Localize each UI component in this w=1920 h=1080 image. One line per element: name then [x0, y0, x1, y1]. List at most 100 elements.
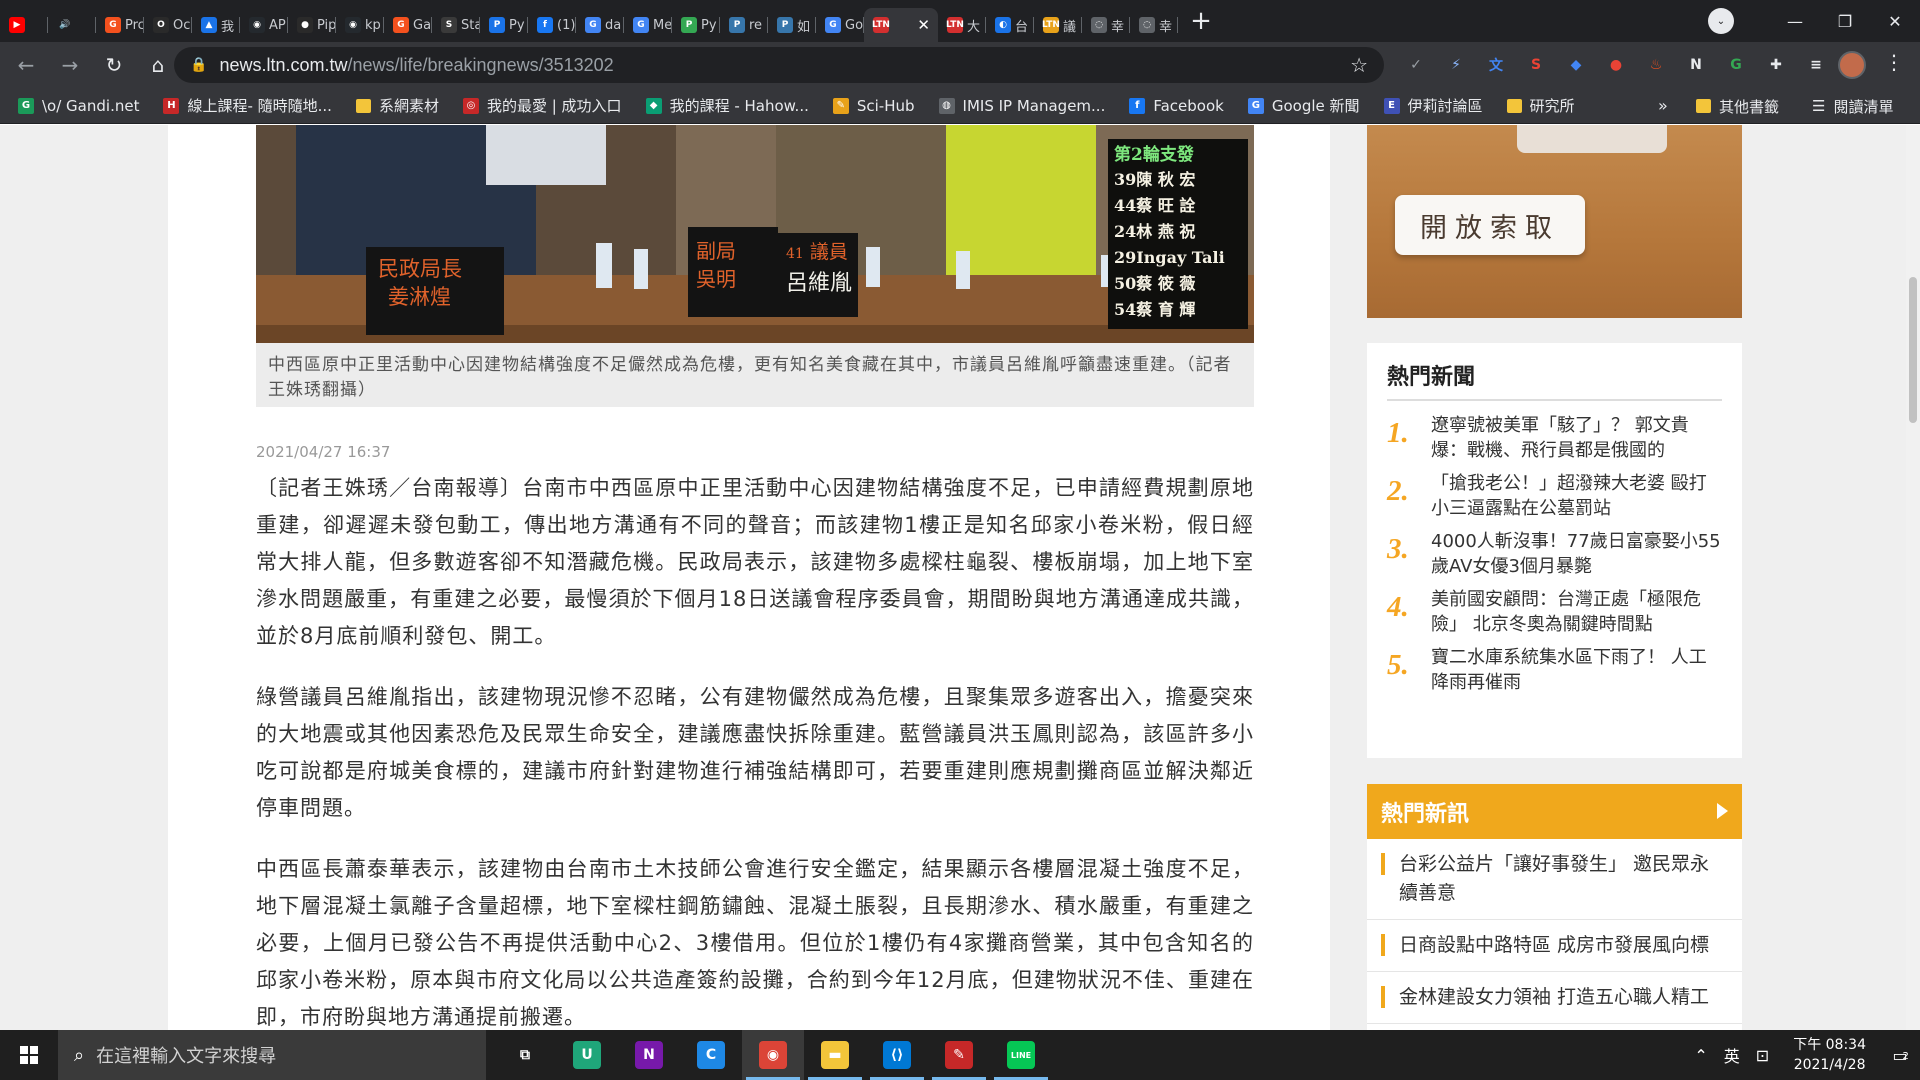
hot-updates-header[interactable]: 熱門新訊: [1367, 784, 1742, 839]
browser-tab[interactable]: G Me: [624, 8, 672, 42]
tab-search-button[interactable]: ⌄: [1708, 8, 1734, 34]
bookmark-item[interactable]: G Google 新聞: [1247, 95, 1360, 116]
hot-news-item[interactable]: 4. 美前國安顧問：台灣正處「極限危險」 北京冬奧為關鍵時間點: [1387, 587, 1722, 635]
hot-news-item[interactable]: 1. 遼寧號被美軍「駭了」？ 郭文貴爆：戰機、飛行員都是俄國的: [1387, 413, 1722, 461]
browser-tab[interactable]: Pre: [720, 8, 768, 42]
forward-button[interactable]: →: [52, 47, 88, 83]
hot-news-link[interactable]: 美前國安顧問：台灣正處「極限危險」 北京冬奧為關鍵時間點: [1431, 587, 1722, 637]
chevron-up-icon[interactable]: ⌃: [1694, 1046, 1707, 1065]
bookmark-item[interactable]: f Facebook: [1129, 95, 1224, 116]
maximize-button[interactable]: ❐: [1820, 0, 1870, 42]
ime-pad-icon[interactable]: ⊡: [1756, 1046, 1769, 1065]
clock[interactable]: 下午 08:34 2021/4/28: [1793, 1035, 1866, 1075]
extension-icon[interactable]: ◆: [1560, 50, 1592, 80]
browser-tab[interactable]: ◉ kp: [336, 8, 384, 42]
hot-updates-link[interactable]: 台彩公益片「讓好事發生」 邀民眾永續善意: [1399, 850, 1728, 908]
extension-icon[interactable]: N: [1680, 50, 1712, 80]
close-tab-icon[interactable]: ✕: [917, 16, 930, 34]
extension-icon[interactable]: ⚡: [1440, 50, 1472, 80]
taskbar-search[interactable]: ⌕ 在這裡輸入文字來搜尋: [58, 1030, 486, 1080]
profile-avatar[interactable]: [1838, 51, 1866, 79]
browser-tab[interactable]: G Go: [816, 8, 864, 42]
browser-tab[interactable]: G Prc: [96, 8, 144, 42]
extension-icon[interactable]: 文: [1480, 50, 1512, 80]
bookmark-item[interactable]: ◎ 我的最愛 | 成功入口: [462, 95, 622, 116]
browser-tab[interactable]: O Oc: [144, 8, 192, 42]
hot-news-link[interactable]: 「搶我老公！」超潑辣大老婆 毆打小三逼露點在公墓罰站: [1431, 471, 1722, 521]
close-window-button[interactable]: ✕: [1870, 0, 1920, 42]
taskbar-line-button[interactable]: LINE: [990, 1030, 1052, 1080]
extension-icon[interactable]: ♨: [1640, 50, 1672, 80]
other-bookmarks[interactable]: 其他書籤: [1696, 88, 1779, 124]
reload-button[interactable]: ↻: [96, 47, 132, 83]
taskbar-app-pen-button[interactable]: ✎: [928, 1030, 990, 1080]
hot-news-link[interactable]: 遼寧號被美軍「駭了」？ 郭文貴爆：戰機、飛行員都是俄國的: [1431, 413, 1722, 463]
browser-tab[interactable]: ▲ 我: [192, 8, 240, 42]
browser-tab[interactable]: LTN 議: [1034, 8, 1082, 42]
hot-updates-item[interactable]: 日商設點中路特區 成房市發展風向標: [1367, 920, 1742, 972]
browser-tab[interactable]: S Sta: [432, 8, 480, 42]
sidebar-ad[interactable]: 開放索取: [1367, 125, 1742, 318]
minimize-button[interactable]: —: [1770, 0, 1820, 42]
hot-updates-item[interactable]: 金林建設女力領袖 打造五心職人精工: [1367, 972, 1742, 1024]
bookmark-star-icon[interactable]: ☆: [1350, 53, 1368, 77]
browser-tab[interactable]: 🔊: [48, 8, 96, 42]
new-tab-button[interactable]: +: [1184, 4, 1218, 38]
extension-icon[interactable]: ✓: [1400, 50, 1432, 80]
ime-indicator[interactable]: 英: [1724, 1043, 1740, 1067]
hot-updates-item[interactable]: 台彩公益片「讓好事發生」 邀民眾永續善意: [1367, 839, 1742, 920]
browser-tab[interactable]: P Py: [672, 8, 720, 42]
extension-icon[interactable]: ✚: [1760, 50, 1792, 80]
play-arrow-icon[interactable]: [1717, 803, 1728, 819]
browser-tab[interactable]: LTN ✕: [864, 8, 938, 42]
hot-news-link[interactable]: 4000人斬沒事！77歲日富豪娶小55歲AV女優3個月暴斃: [1431, 529, 1722, 579]
hot-news-item[interactable]: 2. 「搶我老公！」超潑辣大老婆 毆打小三逼露點在公墓罰站: [1387, 471, 1722, 519]
browser-tab[interactable]: ▶: [0, 8, 48, 42]
bookmark-item[interactable]: 系網素材: [355, 95, 439, 116]
taskbar-app-c-button[interactable]: C: [680, 1030, 742, 1080]
browser-tab[interactable]: G Ga: [384, 8, 432, 42]
browser-tab[interactable]: ◐ 台: [986, 8, 1034, 42]
page-scrollbar[interactable]: [1906, 125, 1920, 1030]
taskbar-task-view-button[interactable]: ⧉: [494, 1030, 556, 1080]
address-bar[interactable]: 🔒 news.ltn.com.tw/news/life/breakingnews…: [174, 47, 1384, 83]
taskbar-vscode-button[interactable]: ⟨⟩: [866, 1030, 928, 1080]
back-button[interactable]: ←: [8, 47, 44, 83]
taskbar-app-u-button[interactable]: U: [556, 1030, 618, 1080]
browser-tab[interactable]: Gda: [576, 8, 624, 42]
bookmark-item[interactable]: ◆ 我的課程 - Hahow...: [645, 95, 809, 116]
browser-tab[interactable]: ● Pip: [288, 8, 336, 42]
extension-icon[interactable]: ●: [1600, 50, 1632, 80]
home-button[interactable]: ⌂: [140, 47, 176, 83]
ad-cta-button[interactable]: 開放索取: [1395, 195, 1585, 255]
browser-tab[interactable]: ◌ 幸: [1130, 8, 1178, 42]
taskbar-onenote-button[interactable]: N: [618, 1030, 680, 1080]
browser-tab[interactable]: ◌ 幸: [1082, 8, 1130, 42]
bookmark-item[interactable]: G \o/ Gandi.net: [18, 95, 139, 116]
hot-news-item[interactable]: 5. 寶二水庫系統集水區下雨了！ 人工降雨再催雨: [1387, 645, 1722, 693]
hot-updates-link[interactable]: 日商設點中路特區 成房市發展風向標: [1399, 931, 1709, 960]
bookmark-item[interactable]: 研究所: [1506, 95, 1575, 116]
scrollbar-thumb[interactable]: [1909, 277, 1917, 423]
browser-tab[interactable]: f (1): [528, 8, 576, 42]
bookmark-item[interactable]: E 伊莉討論區: [1383, 95, 1483, 116]
bookmark-item[interactable]: ✎ Sci-Hub: [832, 95, 915, 116]
taskbar-file-explorer-button[interactable]: ▬: [804, 1030, 866, 1080]
reading-list[interactable]: ☰ 閱讀清單: [1812, 88, 1893, 124]
browser-tab[interactable]: ◉ AP: [240, 8, 288, 42]
bookmarks-overflow-button[interactable]: »: [1658, 96, 1668, 115]
extension-icon[interactable]: ≡: [1800, 50, 1832, 80]
hot-updates-link[interactable]: 金林建設女力領袖 打造五心職人精工: [1399, 983, 1709, 1012]
browser-tab[interactable]: P如: [768, 8, 816, 42]
notification-center-button[interactable]: ▭ 2: [1880, 1030, 1920, 1080]
bookmark-item[interactable]: ◍ IMIS IP Managem...: [938, 95, 1105, 116]
extension-icon[interactable]: G: [1720, 50, 1752, 80]
bookmark-item[interactable]: H 線上課程- 隨時隨地...: [163, 95, 332, 116]
start-button[interactable]: [0, 1030, 58, 1080]
extension-icon[interactable]: S: [1520, 50, 1552, 80]
hot-news-link[interactable]: 寶二水庫系統集水區下雨了！ 人工降雨再催雨: [1431, 645, 1722, 695]
hot-news-item[interactable]: 3. 4000人斬沒事！77歲日富豪娶小55歲AV女優3個月暴斃: [1387, 529, 1722, 577]
browser-tab[interactable]: P Py: [480, 8, 528, 42]
browser-tab[interactable]: LTN 大: [938, 8, 986, 42]
taskbar-chrome-button[interactable]: ◉: [742, 1030, 804, 1080]
